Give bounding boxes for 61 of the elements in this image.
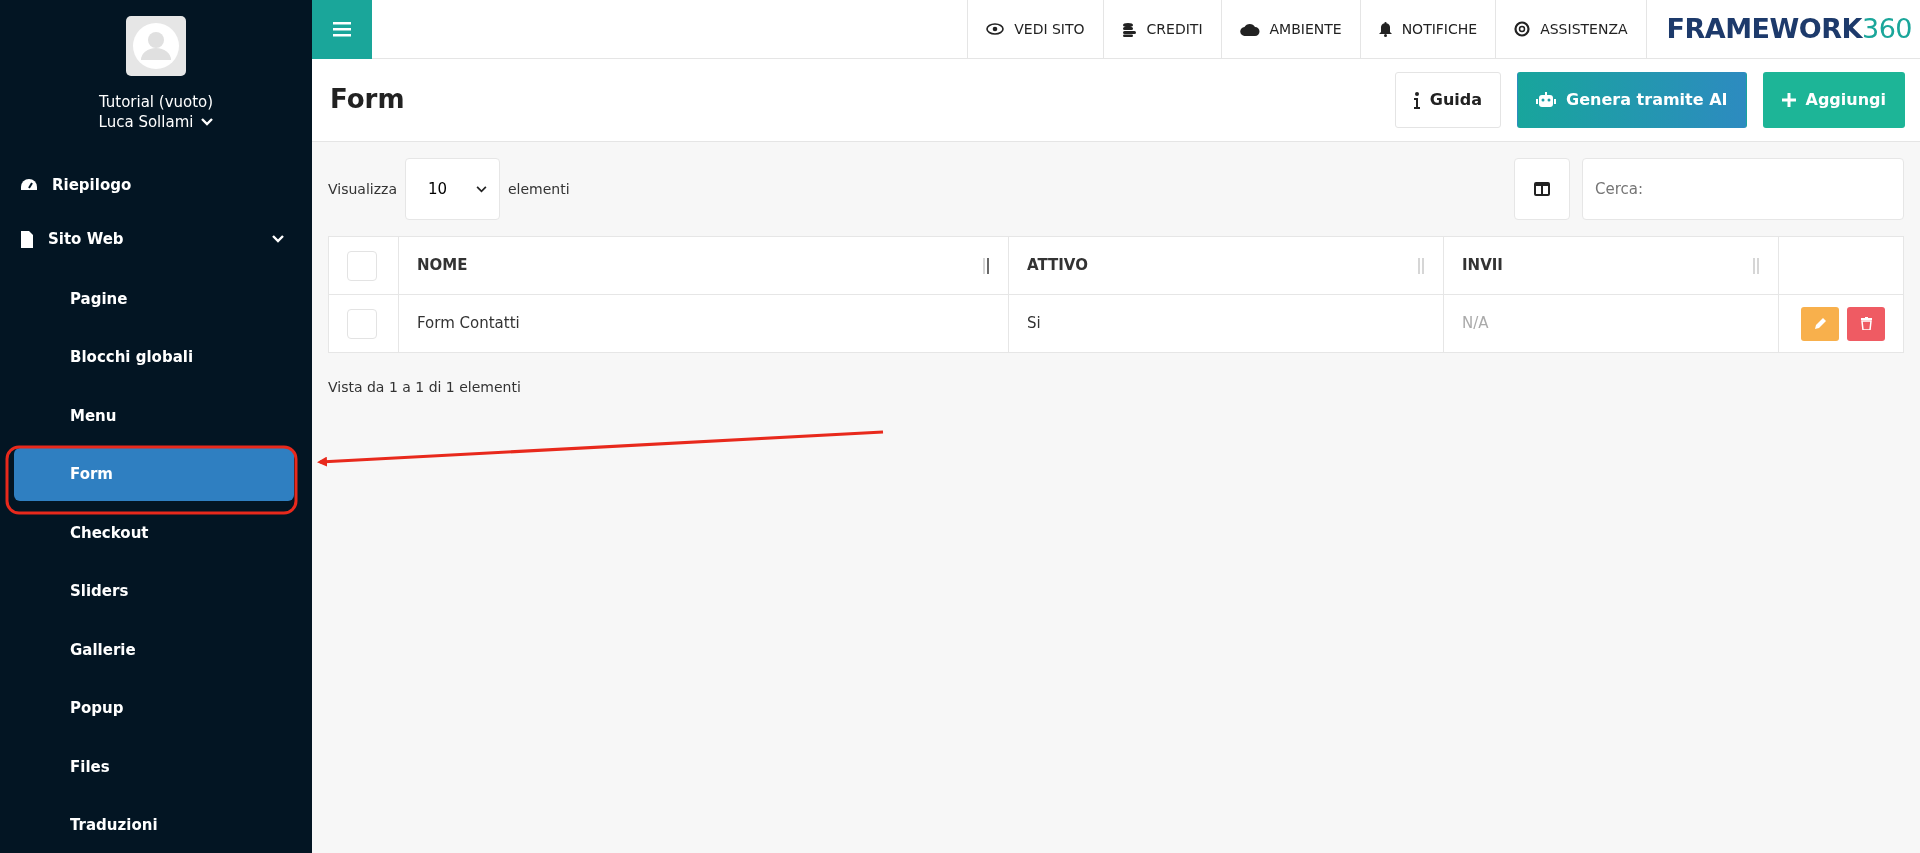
select-all-checkbox[interactable]	[347, 250, 377, 281]
sidebar-subitem[interactable]: Pagine	[14, 272, 294, 325]
edit-button[interactable]	[1801, 306, 1839, 341]
sidebar-subitem[interactable]: Form	[14, 448, 294, 501]
sidebar-item[interactable]: Riepilogo	[0, 160, 312, 209]
sidebar-subitem[interactable]: Files	[14, 740, 294, 793]
columns-button[interactable]	[1514, 158, 1570, 220]
sidebar-subitem[interactable]: Blocchi globali	[14, 331, 294, 384]
file-icon	[20, 230, 34, 248]
lifebuoy-icon	[1514, 21, 1531, 37]
columns-icon	[1534, 182, 1550, 196]
menu-icon	[333, 21, 351, 37]
topbar-link[interactable]: VEDI SITO	[967, 0, 1103, 59]
search-field[interactable]: Cerca:	[1582, 158, 1904, 220]
sidebar-subitem[interactable]: Checkout	[14, 506, 294, 559]
topbar-link[interactable]: NOTIFICHE	[1359, 0, 1496, 59]
column-header[interactable]: INVII	[1443, 236, 1779, 295]
sidebar-item[interactable]: Sito Web	[0, 215, 312, 264]
sidebar-subitem[interactable]: Traduzioni	[14, 799, 294, 852]
chevron-down-icon	[201, 118, 214, 127]
pencil-icon	[1814, 317, 1826, 330]
sort-icon	[1752, 256, 1760, 275]
column-header[interactable]: ATTIVO	[1008, 236, 1444, 295]
sidebar-subitem[interactable]: Sliders	[14, 565, 294, 618]
bell-icon	[1378, 21, 1392, 37]
header-button[interactable]: Guida	[1394, 72, 1502, 128]
column-header[interactable]: NOME	[398, 236, 1009, 295]
sidebar-subitem[interactable]: Menu	[14, 389, 294, 442]
sidebar-subitem[interactable]: Popup	[14, 682, 294, 735]
plus-icon	[1781, 93, 1796, 107]
coins-icon	[1121, 21, 1137, 37]
delete-button[interactable]	[1847, 306, 1885, 341]
cloud-icon	[1239, 22, 1260, 36]
robot-icon	[1536, 92, 1557, 108]
page-size-select[interactable]: 10	[404, 158, 500, 220]
site-name: Tutorial (vuoto)	[98, 92, 214, 113]
avatar	[126, 16, 186, 76]
sort-icon	[982, 256, 990, 275]
chevron-down-icon	[272, 235, 284, 244]
menu-button[interactable]	[312, 0, 372, 59]
eye-icon	[986, 23, 1005, 35]
show-label: Visualizza	[328, 179, 397, 199]
table-info: Vista da 1 a 1 di 1 elementi	[328, 378, 522, 397]
table-cell: N/A	[1443, 294, 1779, 353]
table-cell: Si	[1008, 294, 1444, 353]
table-cell: Form Contatti	[398, 294, 1009, 353]
chevron-down-icon	[475, 185, 487, 193]
user-menu[interactable]: Luca Sollami	[98, 112, 214, 133]
show-suffix: elementi	[507, 179, 571, 199]
topbar-link[interactable]: ASSISTENZA	[1495, 0, 1646, 59]
logo: FRAMEWORK360	[1645, 0, 1920, 59]
sort-icon	[1417, 256, 1425, 275]
sidebar-subitem[interactable]: Gallerie	[14, 623, 294, 676]
topbar-link[interactable]: AMBIENTE	[1220, 0, 1360, 59]
gauge-icon	[20, 176, 38, 193]
page-title: Form	[330, 84, 406, 116]
info-icon	[1413, 91, 1420, 109]
topbar-link[interactable]: CREDITI	[1102, 0, 1221, 59]
row-checkbox[interactable]	[347, 308, 377, 339]
header-button[interactable]: Genera tramite AI	[1517, 72, 1747, 128]
trash-icon	[1860, 317, 1872, 330]
